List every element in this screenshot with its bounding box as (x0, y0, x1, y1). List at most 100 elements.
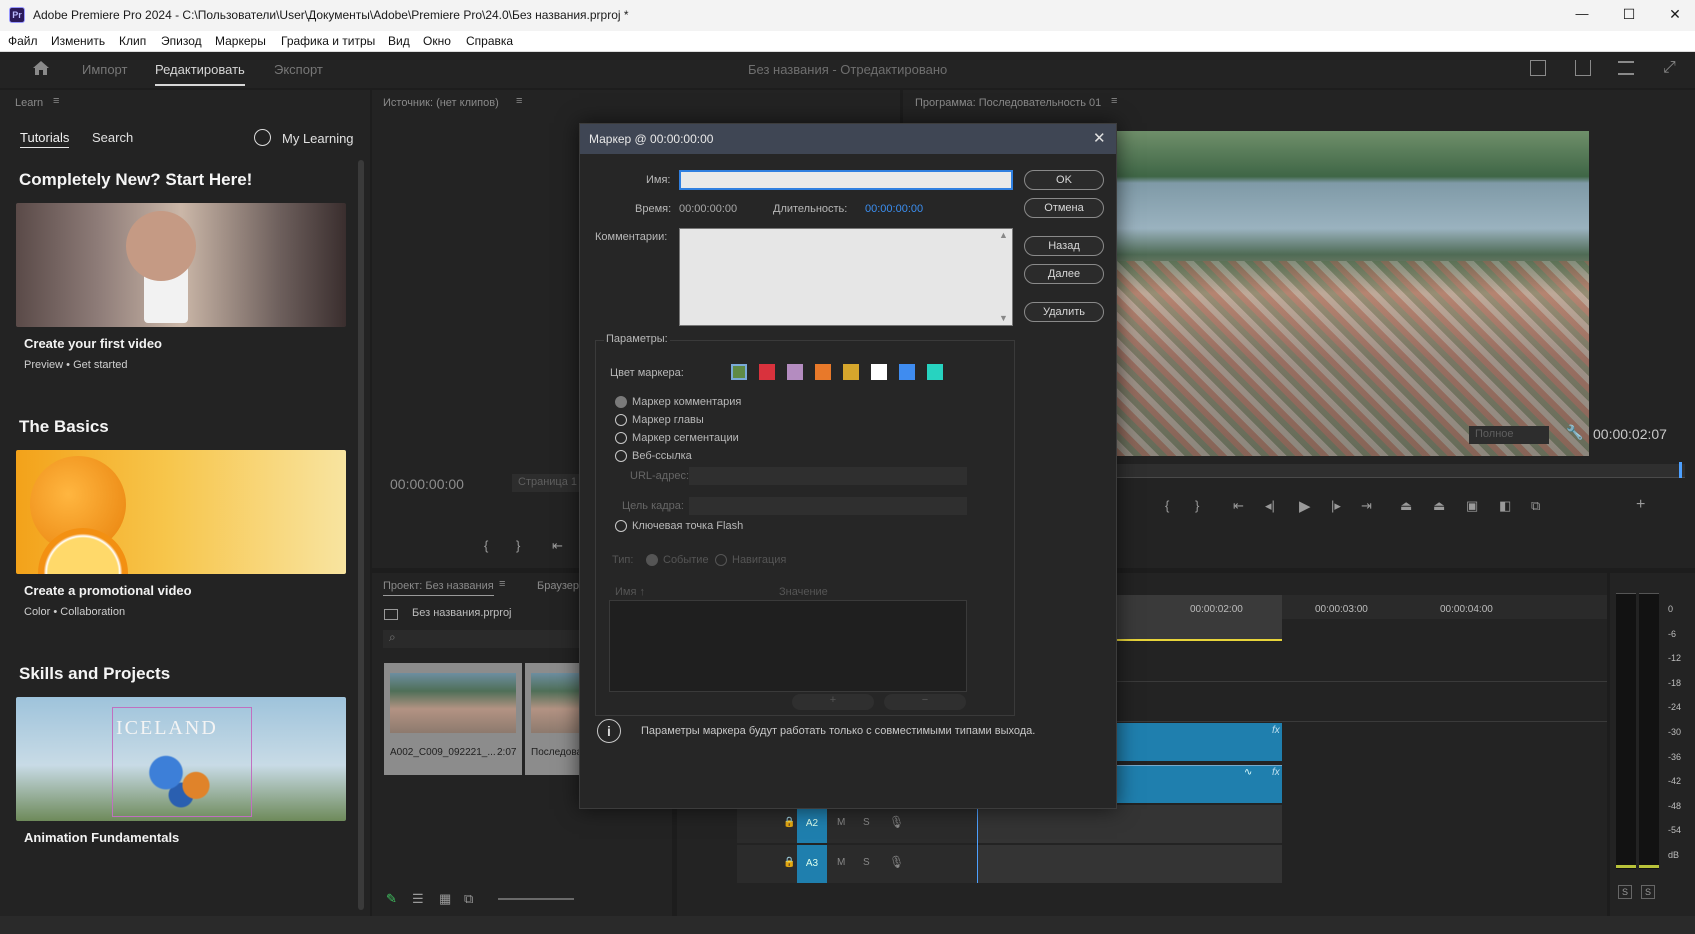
tab-export[interactable]: Экспорт (274, 62, 323, 77)
icon-view-icon[interactable]: ▦ (439, 891, 451, 907)
freeform-view-icon[interactable]: ⧉ (464, 891, 473, 907)
radio-flash-cue[interactable] (615, 520, 627, 532)
mic-icon[interactable]: 🎙 (889, 855, 904, 869)
panel-menu-icon[interactable]: ≡ (53, 95, 59, 107)
prog-mark-in-icon[interactable]: { (1165, 498, 1169, 513)
color-swatch-orange[interactable] (815, 364, 831, 380)
menu-file[interactable]: Файл (8, 34, 38, 48)
solo-left-button[interactable]: S (1618, 885, 1632, 899)
remove-cue-button[interactable]: − (884, 694, 966, 710)
maximize-button[interactable]: ☐ (1614, 6, 1644, 23)
go-to-out-icon[interactable]: ⇥ (1361, 498, 1372, 514)
frame-target-input[interactable] (689, 497, 967, 515)
dialog-close-icon[interactable]: ✕ (1093, 129, 1106, 147)
back-button[interactable]: Назад (1024, 236, 1104, 256)
color-swatch-green[interactable] (731, 364, 747, 380)
menu-clip[interactable]: Клип (119, 34, 146, 48)
color-swatch-blue[interactable] (899, 364, 915, 380)
go-to-in-icon[interactable]: ⇤ (1233, 498, 1244, 514)
menu-help[interactable]: Справка (466, 34, 513, 48)
lock-icon[interactable]: 🔒 (783, 817, 795, 828)
comments-textarea[interactable]: ▲ ▼ (679, 228, 1013, 326)
mute-icon[interactable]: M (837, 817, 845, 828)
comment-marker-label[interactable]: Маркер комментария (632, 396, 741, 408)
menu-sequence[interactable]: Эпизод (161, 34, 202, 48)
ok-button[interactable]: OK (1024, 170, 1104, 190)
panel-menu-icon[interactable]: ≡ (1111, 95, 1117, 107)
minimize-button[interactable]: — (1567, 6, 1597, 21)
column-value-header[interactable]: Значение (779, 586, 828, 598)
color-swatch-white[interactable] (871, 364, 887, 380)
solo-right-button[interactable]: S (1641, 885, 1655, 899)
tab-search[interactable]: Search (92, 130, 133, 145)
color-swatch-lavender[interactable] (787, 364, 803, 380)
track-label-a3[interactable]: A3 (797, 845, 827, 883)
camera-icon[interactable]: ▣ (1466, 498, 1478, 514)
delete-button[interactable]: Удалить (1024, 302, 1104, 322)
duration-value[interactable]: 00:00:00:00 (865, 203, 923, 215)
column-name-header[interactable]: Имя ↑ (615, 586, 645, 598)
tab-edit[interactable]: Редактировать (155, 62, 245, 86)
user-icon[interactable] (254, 129, 271, 146)
web-link-label[interactable]: Веб-ссылка (632, 450, 692, 462)
mic-icon[interactable]: 🎙 (889, 815, 904, 829)
panel-menu-icon[interactable]: ≡ (516, 95, 522, 107)
prog-mark-out-icon[interactable]: } (1195, 498, 1199, 513)
clip-thumbnail[interactable] (384, 663, 522, 775)
scroll-up-icon[interactable]: ▲ (999, 230, 1008, 240)
lock-icon[interactable]: 🔒 (783, 857, 795, 868)
step-back-icon[interactable]: ◂| (1265, 498, 1275, 514)
card-title-first-video[interactable]: Create your first video (24, 336, 162, 351)
pencil-icon[interactable]: ✎ (386, 891, 397, 907)
segmentation-marker-label[interactable]: Маркер сегментации (632, 432, 739, 444)
zoom-slider[interactable] (498, 898, 574, 900)
marker-name-input[interactable] (679, 170, 1013, 190)
tab-project[interactable]: Проект: Без названия (383, 580, 494, 596)
my-learning-link[interactable]: My Learning (282, 131, 354, 146)
menu-edit[interactable]: Изменить (51, 34, 105, 48)
source-timecode[interactable]: 00:00:00:00 (390, 476, 464, 492)
program-scrubber[interactable] (1117, 464, 1685, 478)
url-input[interactable] (689, 467, 967, 485)
tutorial-card-animation[interactable]: ICELAND (16, 697, 346, 821)
chapter-marker-label[interactable]: Маркер главы (632, 414, 704, 426)
menu-window[interactable]: Окно (423, 34, 451, 48)
next-button[interactable]: Далее (1024, 264, 1104, 284)
radio-event[interactable] (646, 554, 658, 566)
extract-icon[interactable]: ⏏ (1433, 498, 1445, 514)
radio-comment-marker[interactable] (615, 396, 627, 408)
radio-chapter-marker[interactable] (615, 414, 627, 426)
scroll-down-icon[interactable]: ▼ (999, 313, 1008, 323)
cue-points-table[interactable] (609, 600, 967, 692)
color-swatch-cyan[interactable] (927, 364, 943, 380)
program-timecode[interactable]: 00:00:02:07 (1593, 426, 1667, 442)
go-to-in-icon[interactable]: ⇤ (552, 538, 563, 554)
timeline-playhead[interactable] (977, 805, 978, 883)
wrench-icon[interactable]: 🔧 (1566, 424, 1583, 441)
quality-dropdown[interactable]: Полное (1469, 426, 1549, 444)
color-swatch-yellow[interactable] (843, 364, 859, 380)
fullscreen-icon[interactable]: ⤢ (1663, 59, 1676, 77)
share-icon[interactable] (1575, 60, 1591, 76)
tutorial-card-first-video[interactable] (16, 203, 346, 327)
list-view-icon[interactable]: ☰ (412, 891, 424, 907)
menu-graphics[interactable]: Графика и титры (281, 34, 375, 48)
menu-markers[interactable]: Маркеры (215, 34, 266, 48)
playhead-marker[interactable] (1679, 462, 1682, 478)
track-label-a2[interactable]: A2 (797, 805, 827, 843)
radio-navigation[interactable] (715, 554, 727, 566)
cancel-button[interactable]: Отмена (1024, 198, 1104, 218)
add-cue-button[interactable]: + (792, 694, 874, 710)
step-forward-icon[interactable]: |▸ (1331, 498, 1341, 514)
color-swatch-red[interactable] (759, 364, 775, 380)
tab-browser[interactable]: Браузер (537, 580, 579, 592)
learn-scrollbar[interactable] (358, 160, 364, 910)
menu-view[interactable]: Вид (388, 34, 410, 48)
tab-tutorials[interactable]: Tutorials (20, 130, 70, 148)
quick-export-icon[interactable] (1530, 60, 1546, 76)
home-icon[interactable] (32, 60, 50, 76)
close-button[interactable]: ✕ (1660, 6, 1690, 23)
mark-in-icon[interactable]: { (484, 538, 488, 553)
panel-menu-icon[interactable]: ≡ (499, 578, 505, 590)
tutorial-card-promo-video[interactable] (16, 450, 346, 574)
